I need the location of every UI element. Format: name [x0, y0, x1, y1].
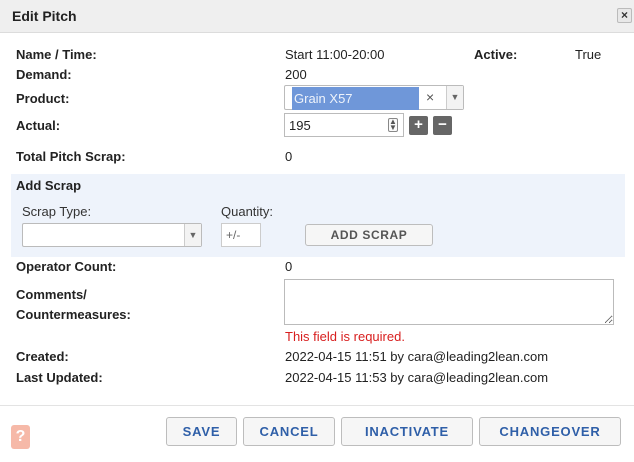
operator-count-value: 0: [285, 259, 293, 274]
name-time-value: Start 11:00-20:00: [285, 47, 385, 62]
active-value: True: [575, 47, 602, 62]
add-scrap-button[interactable]: ADD SCRAP: [305, 224, 433, 246]
total-scrap-label: Total Pitch Scrap:: [16, 149, 126, 164]
actual-input[interactable]: [284, 113, 404, 137]
operator-count-label: Operator Count:: [16, 259, 117, 274]
demand-value: 200: [285, 67, 307, 82]
cancel-button[interactable]: CANCEL: [243, 417, 335, 446]
add-scrap-title: Add Scrap: [16, 178, 82, 193]
scrap-type-select[interactable]: ▼: [22, 223, 202, 247]
total-scrap-value: 0: [285, 149, 293, 164]
plus-icon[interactable]: +: [409, 116, 428, 135]
created-label: Created:: [16, 349, 69, 364]
last-updated-label: Last Updated:: [16, 370, 103, 385]
comments-error: This field is required.: [285, 329, 405, 344]
comments-label-line1: Comments/: [16, 287, 87, 302]
chevron-down-icon[interactable]: ▼: [446, 86, 463, 109]
inactivate-button[interactable]: INACTIVATE: [341, 417, 473, 446]
changeover-button[interactable]: CHANGEOVER: [479, 417, 621, 446]
quantity-label: Quantity:: [221, 204, 274, 219]
chevron-down-icon[interactable]: ▼: [184, 224, 201, 246]
footer-divider: [0, 405, 634, 406]
quantity-input[interactable]: [221, 223, 261, 247]
active-label: Active:: [474, 47, 518, 62]
add-scrap-panel: Add Scrap Scrap Type: Quantity: ▼ ADD SC…: [11, 174, 625, 257]
save-button[interactable]: SAVE: [166, 417, 237, 446]
help-icon[interactable]: ?: [11, 425, 30, 449]
dialog-titlebar: Edit Pitch ×: [0, 0, 634, 33]
comments-textarea[interactable]: [284, 279, 614, 325]
minus-icon[interactable]: −: [433, 116, 452, 135]
close-icon[interactable]: ×: [617, 8, 632, 23]
name-time-label: Name / Time:: [16, 47, 97, 62]
clear-icon[interactable]: ×: [426, 89, 434, 105]
spinner-icon[interactable]: ▲ ▼: [388, 118, 398, 132]
dialog-title: Edit Pitch: [12, 8, 77, 24]
demand-label: Demand:: [16, 67, 72, 82]
last-updated-value: 2022-04-15 11:53 by cara@leading2lean.co…: [285, 370, 549, 385]
actual-label: Actual:: [16, 118, 61, 133]
product-select[interactable]: Grain X57 × ▼: [284, 85, 464, 110]
scrap-type-label: Scrap Type:: [22, 204, 92, 219]
product-selected-value[interactable]: Grain X57: [292, 87, 419, 110]
product-label: Product:: [16, 91, 70, 106]
created-value: 2022-04-15 11:51 by cara@leading2lean.co…: [285, 349, 549, 364]
comments-label-line2: Countermeasures:: [16, 307, 131, 322]
